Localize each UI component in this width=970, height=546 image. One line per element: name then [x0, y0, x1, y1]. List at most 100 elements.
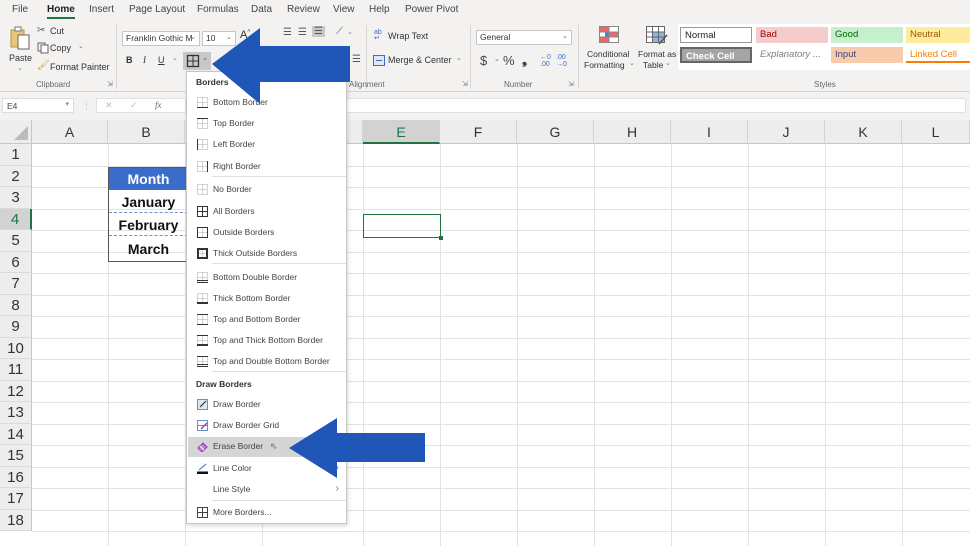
menu-item-left-border[interactable]: Left Border [188, 135, 345, 155]
column-header-k[interactable]: K [825, 120, 902, 144]
row-header-8[interactable]: 8 [0, 294, 32, 316]
row-header-12[interactable]: 12 [0, 380, 32, 402]
tab-page-layout[interactable]: Page Layout [129, 4, 185, 15]
row-header-17[interactable]: 17 [0, 488, 32, 510]
name-box[interactable]: E4 ▾ [2, 98, 74, 113]
decrease-decimal-icon[interactable]: .00 →0 [556, 54, 567, 68]
tab-review[interactable]: Review [287, 4, 320, 15]
menu-item-erase-border[interactable]: Erase Border ⇖ [188, 437, 345, 458]
active-cell-e4[interactable] [363, 214, 443, 240]
month-header-cell[interactable]: Month [109, 168, 188, 190]
merge-center-button[interactable]: Merge & Center ⌄ [373, 54, 465, 68]
format-painter-button[interactable]: 🖌 Format Painter [37, 60, 110, 74]
increase-indent-icon[interactable]: ☰ [352, 54, 361, 65]
cut-button[interactable]: ✂ Cut [37, 25, 97, 39]
menu-item-no-border[interactable]: No Border [188, 180, 345, 200]
menu-item-bottom-border[interactable]: Bottom Border [188, 93, 345, 113]
currency-dropdown-icon[interactable]: ⌄ [494, 55, 500, 63]
menu-item-draw-border[interactable]: Draw Border [188, 395, 345, 415]
insert-function-icon[interactable]: fx [155, 100, 162, 110]
column-header-l[interactable]: L [902, 120, 970, 144]
orientation-icon[interactable]: ⟋ [336, 26, 343, 37]
row-header-18[interactable]: 18 [0, 509, 32, 531]
select-all-button[interactable] [0, 120, 32, 144]
cancel-icon[interactable]: ✕ [105, 100, 113, 111]
cell-b5[interactable]: March [109, 238, 188, 260]
menu-item-thick-outside-borders[interactable]: Thick Outside Borders [188, 244, 345, 264]
style-check-cell[interactable]: Check Cell [680, 47, 752, 63]
align-bottom-icon[interactable]: ☰ [312, 26, 325, 37]
row-header-15[interactable]: 15 [0, 445, 32, 467]
column-header-e[interactable]: E [363, 120, 440, 144]
column-header-f[interactable]: F [440, 120, 517, 144]
row-header-11[interactable]: 11 [0, 359, 32, 381]
italic-button[interactable]: I [143, 55, 146, 65]
menu-item-thick-bottom-border[interactable]: Thick Bottom Border [188, 289, 345, 309]
row-header-10[interactable]: 10 [0, 337, 32, 359]
row-header-13[interactable]: 13 [0, 402, 32, 424]
style-normal[interactable]: Normal [680, 27, 752, 43]
row-header-16[interactable]: 16 [0, 466, 32, 488]
alignment-launcher-icon[interactable]: ⇲ [462, 80, 468, 88]
row-header-7[interactable]: 7 [0, 273, 32, 295]
menu-item-line-style[interactable]: Line Style › [188, 480, 345, 500]
conditional-formatting-button[interactable]: Conditional Formatting ⌄ [582, 26, 636, 74]
menu-item-top-and-thick-bottom-border[interactable]: Top and Thick Bottom Border [188, 331, 345, 351]
wrap-text-button[interactable]: ab ↵ Wrap Text [374, 29, 434, 44]
currency-button[interactable]: $ [480, 53, 487, 68]
tab-data[interactable]: Data [251, 4, 272, 15]
tab-insert[interactable]: Insert [89, 4, 114, 15]
menu-item-top-and-bottom-border[interactable]: Top and Bottom Border [188, 310, 345, 330]
copy-button[interactable]: Copy ⌄ [37, 42, 97, 56]
row-header-2[interactable]: 2 [0, 165, 32, 187]
row-header-5[interactable]: 5 [0, 230, 32, 252]
row-header-6[interactable]: 6 [0, 251, 32, 273]
column-header-h[interactable]: H [594, 120, 671, 144]
font-name-combo[interactable]: Franklin Gothic M ⌄ [122, 31, 200, 46]
style-input[interactable]: Input [831, 47, 903, 63]
menu-item-line-color[interactable]: Line Color › [188, 459, 345, 479]
menu-item-right-border[interactable]: Right Border [188, 157, 345, 177]
style-neutral[interactable]: Neutral [906, 27, 970, 43]
row-header-3[interactable]: 3 [0, 187, 32, 209]
cell-b4[interactable]: February [109, 214, 188, 236]
number-launcher-icon[interactable]: ⇲ [568, 80, 574, 88]
tab-help[interactable]: Help [369, 4, 390, 15]
borders-button[interactable]: ⌄ [183, 52, 211, 70]
tab-home[interactable]: Home [47, 4, 75, 19]
style-explanatory[interactable]: Explanatory ... [756, 47, 828, 63]
bold-button[interactable]: B [126, 55, 133, 65]
clipboard-launcher-icon[interactable]: ⇲ [107, 80, 113, 88]
cell-b3[interactable]: January [109, 191, 188, 213]
merge-dropdown-icon[interactable]: ⌄ [456, 54, 462, 62]
menu-item-draw-border-grid[interactable]: Draw Border Grid [188, 416, 345, 436]
menu-item-top-and-double-bottom-border[interactable]: Top and Double Bottom Border [188, 352, 345, 372]
increase-font-size-icon[interactable]: A^ [240, 29, 250, 41]
column-header-g[interactable]: G [517, 120, 594, 144]
style-good[interactable]: Good [831, 27, 903, 43]
tab-formulas[interactable]: Formulas [197, 4, 239, 15]
column-header-b[interactable]: B [108, 120, 185, 144]
row-header-1[interactable]: 1 [0, 144, 32, 166]
menu-item-top-border[interactable]: Top Border [188, 114, 345, 134]
column-header-a[interactable]: A [32, 120, 108, 144]
increase-decimal-icon[interactable]: ←0.00 [540, 54, 551, 68]
font-size-combo[interactable]: 10 ⌄ [202, 31, 236, 46]
column-header-i[interactable]: I [671, 120, 748, 144]
row-header-4[interactable]: 4 [0, 208, 32, 230]
format-as-table-button[interactable]: Format as Table ⌄ [638, 26, 678, 74]
column-header-j[interactable]: J [748, 120, 825, 144]
underline-dropdown-icon[interactable]: ⌄ [172, 54, 178, 62]
menu-item-more-borders[interactable]: More Borders... [188, 503, 345, 523]
comma-button[interactable]: ❟ [522, 52, 527, 68]
underline-button[interactable]: U [158, 55, 165, 65]
paste-button[interactable]: Paste ⌄ [6, 24, 34, 72]
row-header-9[interactable]: 9 [0, 316, 32, 338]
number-format-combo[interactable]: General ⌄ [476, 30, 572, 45]
align-middle-icon[interactable]: ☰ [298, 27, 307, 38]
align-top-icon[interactable]: ☰ [283, 27, 292, 38]
copy-dropdown-icon[interactable]: ⌄ [78, 42, 84, 50]
orientation-dropdown-icon[interactable]: ⌄ [347, 28, 353, 36]
menu-item-bottom-double-border[interactable]: Bottom Double Border [188, 268, 345, 288]
tab-file[interactable]: File [12, 4, 28, 15]
